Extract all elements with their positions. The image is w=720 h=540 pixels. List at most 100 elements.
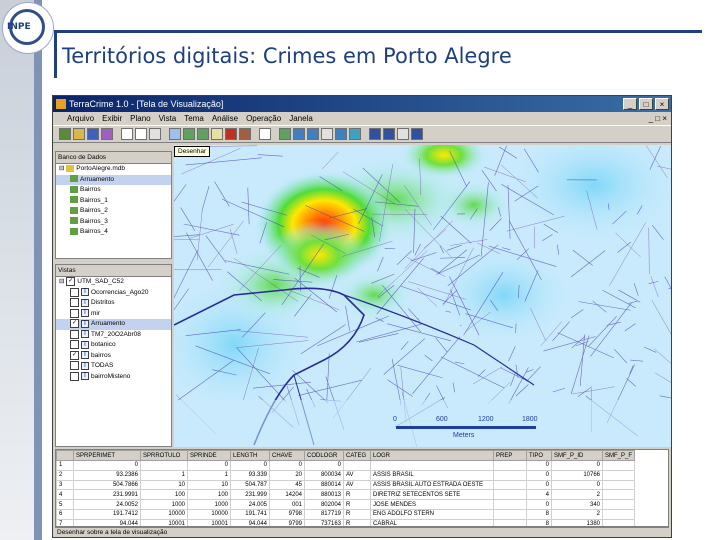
column-header[interactable]: LOGR <box>370 450 494 461</box>
zoom-in-icon[interactable] <box>183 128 195 140</box>
edit-icon[interactable] <box>169 128 181 140</box>
table-cell: 24.0052 <box>73 499 141 510</box>
attribute-table[interactable]: SPRPERIMET SPRROTULO SPRINDE LENGTH CHAVE COD… <box>55 449 669 527</box>
recompose-icon[interactable] <box>225 128 237 140</box>
view-root-checkbox[interactable]: ✓ <box>66 277 76 286</box>
theme-checkbox[interactable] <box>70 298 79 307</box>
column-header[interactable]: SPRPERIMET <box>73 450 141 461</box>
db-root[interactable]: ⊟ PortoAlegre.mdb <box>56 164 171 175</box>
db-item-arruamento[interactable]: Arruamento <box>56 174 171 185</box>
theme-checkbox[interactable] <box>70 361 79 370</box>
graph-icon[interactable] <box>279 128 291 140</box>
theme-checkbox[interactable] <box>70 287 79 297</box>
table-row[interactable]: 10000000 <box>56 460 636 471</box>
info-icon[interactable] <box>239 128 251 140</box>
arrows-icon[interactable] <box>397 128 409 140</box>
table-cell: 2 <box>56 469 74 481</box>
layer-icon <box>70 217 78 225</box>
column-header[interactable]: CHAVE <box>269 450 305 461</box>
menu-arquivo[interactable]: Arquivo <box>67 112 94 125</box>
theme-checkbox[interactable] <box>70 371 79 381</box>
column-header[interactable]: SPRINDE <box>187 450 231 461</box>
theme-checkbox[interactable] <box>70 308 79 318</box>
mdi-controls[interactable]: _ □ × <box>649 112 667 125</box>
column-header[interactable]: LENGTH <box>230 450 270 461</box>
menu-plano[interactable]: Plano <box>130 112 150 125</box>
list-icon[interactable] <box>383 128 395 140</box>
column-header[interactable]: SMF_P_ID <box>551 450 603 461</box>
theme-checkbox[interactable] <box>70 340 79 349</box>
theme-checkbox[interactable] <box>70 329 79 339</box>
table-row[interactable]: 7 94.044 10001 10001 94.044 9799 737163 R CABRAL… <box>56 518 636 526</box>
menu-exibir[interactable]: Exibir <box>102 112 122 125</box>
column-header[interactable]: SPRROTULO <box>140 450 188 461</box>
table-cell: 1 <box>56 460 74 471</box>
theme-row-arruamento[interactable]: ✓ T Arruamento <box>56 319 171 330</box>
column-header[interactable]: CATEG <box>343 450 371 461</box>
layer-icon[interactable] <box>73 128 85 140</box>
column-header[interactable]: CODLOGR <box>304 450 344 461</box>
theme-row-botanico[interactable]: Tbotanico <box>56 340 171 351</box>
table-icon[interactable] <box>259 128 271 140</box>
table-row[interactable]: 4 231.9991 100 100 231.999 14204 880013 R DIRETR… <box>56 489 636 501</box>
table-row[interactable]: 3 504.7866 10 10 504.787 45 880014 AV ASSIS BRAS… <box>56 479 636 491</box>
menu-janela[interactable]: Janela <box>289 112 313 125</box>
table-cell <box>370 460 494 471</box>
theme-checkbox-checked[interactable]: ✓ <box>70 350 79 360</box>
theme-icon: T <box>81 372 89 380</box>
pointer-icon[interactable] <box>121 128 133 140</box>
maximize-button[interactable]: □ <box>639 98 653 110</box>
column-header[interactable]: SMF_P_F <box>601 450 636 461</box>
column-header[interactable] <box>56 450 74 461</box>
table-row[interactable]: 5 24.0052 1000 1000 24.005 001 802004 R JOSE MEN… <box>56 499 636 510</box>
menu-tema[interactable]: Tema <box>184 112 204 125</box>
table-cell: ENG ADOLFO STERN <box>370 508 494 520</box>
minimize-button[interactable]: _ <box>623 98 637 110</box>
print-icon[interactable] <box>349 128 361 140</box>
grid-icon[interactable] <box>369 128 381 140</box>
theme-checkbox-checked[interactable]: ✓ <box>70 319 79 328</box>
db-item-bairros-4[interactable]: Bairros_4 <box>56 227 171 238</box>
theme-row-mir[interactable]: Tmir <box>56 308 171 320</box>
view-icon[interactable] <box>87 128 99 140</box>
pan-icon[interactable] <box>211 128 223 140</box>
window-titlebar[interactable]: TerraCrime 1.0 - [Tela de Visualização] … <box>53 96 671 112</box>
table-cell: 10000 <box>187 508 231 520</box>
legend-icon[interactable] <box>293 128 305 140</box>
db-item-bairros-2[interactable]: Bairros_2 <box>56 206 171 217</box>
db-item-bairros-1[interactable]: Bairros_1 <box>56 196 171 207</box>
theme-row-bairromisteno[interactable]: TbairroMisteno <box>56 371 171 383</box>
theme-row-distritos[interactable]: T Distritos <box>56 298 171 309</box>
table-cell: 800034 <box>304 469 344 481</box>
export-icon[interactable] <box>411 128 423 140</box>
table-cell: 231.999 <box>230 489 270 501</box>
theme-row-ocorrencias[interactable]: T Ocorrencias_Ago20 <box>56 287 171 299</box>
column-header[interactable]: PREP <box>493 450 527 461</box>
menu-operacao[interactable]: Operação <box>246 112 281 125</box>
close-button[interactable]: × <box>655 98 669 110</box>
db-item-bairros-3[interactable]: Bairros_3 <box>56 217 171 228</box>
slide-title: Territórios digitais: Crimes em Porto Al… <box>62 44 512 68</box>
zoom-out-icon[interactable] <box>197 128 209 140</box>
theme-row-tm7[interactable]: T TM7_20O2Abr08 <box>56 329 171 341</box>
style-icon[interactable] <box>307 128 319 140</box>
view-root[interactable]: ⊟ ✓ UTM_SAD_C52 <box>56 277 171 288</box>
column-header[interactable]: TIPO <box>526 450 552 461</box>
theme-row-bairros[interactable]: ✓ Tbairros <box>56 350 171 362</box>
table-row[interactable]: 6 191.7412 10000 10000 191.741 9798 817719 R ENG… <box>56 508 636 520</box>
database-icon[interactable] <box>59 128 71 140</box>
menu-analise[interactable]: Análise <box>212 112 238 125</box>
table-row[interactable]: 2 93.2386 1 1 93.339 20 800034 AV ASSIS BRASIL 0 1… <box>56 469 636 481</box>
map-view[interactable]: 0 600 1200 1800 Meters <box>174 145 671 447</box>
menu-vista[interactable]: Vista <box>159 112 177 125</box>
theme-icon: T <box>81 319 89 328</box>
db-item-bairros[interactable]: Bairros <box>56 185 171 196</box>
paste-icon[interactable] <box>335 128 347 140</box>
draw-icon[interactable] <box>149 128 161 140</box>
table-cell: 93.339 <box>230 469 270 481</box>
theme-icon[interactable] <box>101 128 113 140</box>
table-cell: 0 <box>304 460 344 471</box>
theme-row-todas[interactable]: T TODAS <box>56 361 171 372</box>
select-icon[interactable] <box>135 128 147 140</box>
copy-icon[interactable] <box>321 128 333 140</box>
